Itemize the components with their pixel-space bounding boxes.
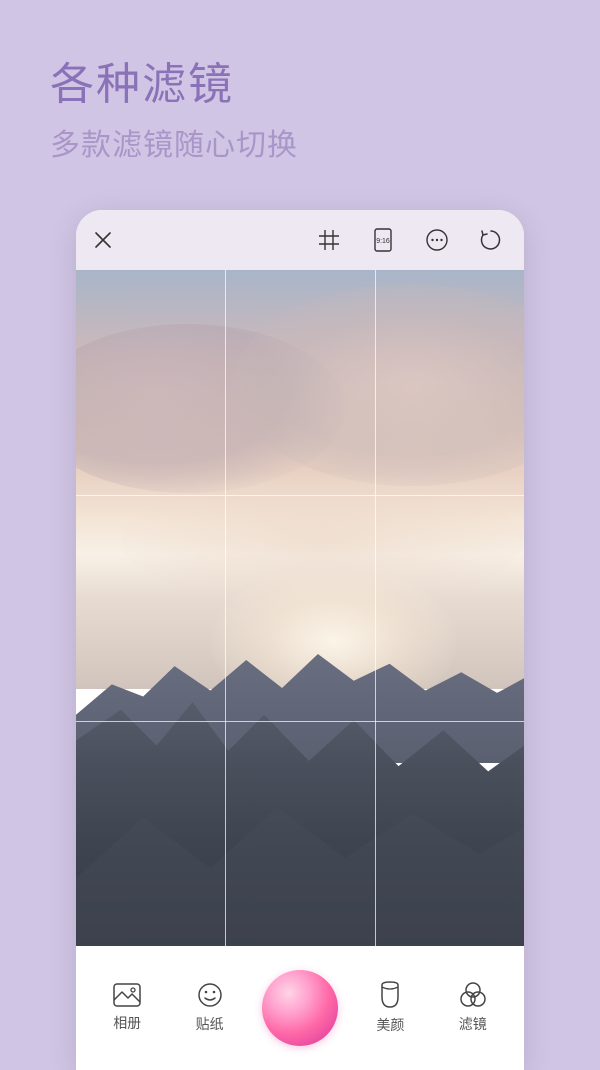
camera-top-bar: 9:16 xyxy=(76,210,524,270)
promo-subtitle: 多款滤镜随心切换 xyxy=(50,120,298,164)
filter-label: 滤镜 xyxy=(459,1014,487,1034)
camera-viewfinder[interactable] xyxy=(76,270,524,946)
shutter-button[interactable] xyxy=(262,970,338,1046)
promo-title: 各种滤镜 xyxy=(50,48,298,112)
sticker-icon xyxy=(197,982,223,1008)
phone-mockup: 9:16 xyxy=(76,210,524,1070)
filter-button[interactable]: 滤镜 xyxy=(443,982,503,1034)
filter-icon xyxy=(459,982,487,1008)
close-icon xyxy=(93,230,113,250)
grid-toggle-button[interactable] xyxy=(316,227,342,253)
sticker-button[interactable]: 贴纸 xyxy=(180,982,240,1034)
beauty-label: 美颜 xyxy=(376,1015,404,1035)
close-button[interactable] xyxy=(90,227,116,253)
album-icon xyxy=(113,983,141,1007)
grid-icon xyxy=(318,229,340,251)
album-button[interactable]: 相册 xyxy=(97,983,157,1033)
sticker-label: 贴纸 xyxy=(196,1014,224,1034)
promo-header: 各种滤镜 多款滤镜随心切换 xyxy=(50,48,298,164)
switch-camera-button[interactable] xyxy=(478,227,504,253)
aspect-ratio-icon: 9:16 xyxy=(372,228,394,252)
album-label: 相册 xyxy=(113,1013,141,1033)
switch-camera-icon xyxy=(479,228,503,252)
svg-text:9:16: 9:16 xyxy=(376,238,390,245)
more-options-button[interactable] xyxy=(424,227,450,253)
aspect-ratio-button[interactable]: 9:16 xyxy=(370,227,396,253)
more-icon xyxy=(425,228,449,252)
beauty-button[interactable]: 美颜 xyxy=(360,981,420,1035)
camera-bottom-bar: 相册 贴纸 美颜 滤镜 xyxy=(76,946,524,1070)
preview-image xyxy=(76,270,524,946)
beauty-icon xyxy=(378,981,402,1009)
